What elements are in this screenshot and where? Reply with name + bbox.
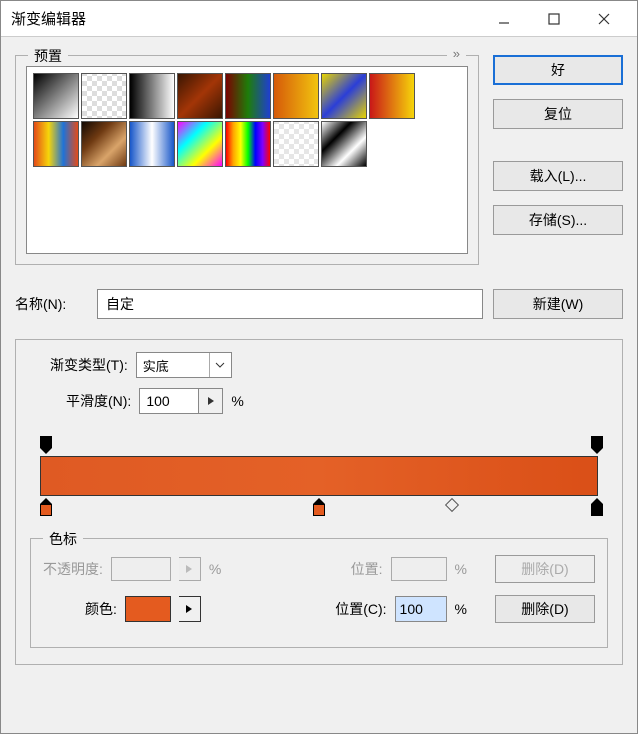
preset-swatch[interactable]	[81, 121, 127, 167]
gradient-editor-window: 渐变编辑器 预置 » 好 复位 载入(L)...	[0, 0, 638, 734]
color-dropdown-icon[interactable]	[179, 596, 201, 622]
name-label: 名称(N):	[15, 294, 87, 314]
gradient-type-row: 渐变类型(T): 实底	[50, 352, 608, 378]
preset-swatch[interactable]	[129, 73, 175, 119]
preset-swatch[interactable]	[33, 73, 79, 119]
preset-swatch[interactable]	[33, 121, 79, 167]
preset-swatch[interactable]	[273, 73, 319, 119]
location-label: 位置(C):	[335, 599, 386, 619]
smoothness-step-icon[interactable]	[199, 388, 223, 414]
minimize-button[interactable]	[479, 1, 529, 37]
opacity-stop-right[interactable]	[590, 436, 604, 454]
gradient-bar-area	[30, 432, 608, 524]
percent-label-1: %	[209, 561, 221, 577]
gradient-type-value: 实底	[137, 353, 209, 377]
chevron-down-icon[interactable]	[209, 353, 231, 377]
preset-swatch[interactable]	[129, 121, 175, 167]
smoothness-label: 平滑度(N):	[66, 391, 131, 411]
preset-swatch[interactable]	[321, 73, 367, 119]
opacity-step-icon	[179, 557, 201, 581]
preset-scroll[interactable]	[26, 66, 468, 254]
preset-swatch[interactable]	[369, 73, 415, 119]
new-button[interactable]: 新建(W)	[493, 289, 623, 319]
reset-button[interactable]: 复位	[493, 99, 623, 129]
color-stop-2[interactable]	[590, 498, 604, 518]
preset-swatch[interactable]	[225, 73, 271, 119]
gradient-type-select[interactable]: 实底	[136, 352, 232, 378]
opacity-location-label: 位置:	[351, 559, 383, 579]
color-stop-row: 颜色: 位置(C): % 删除(D)	[43, 595, 595, 623]
presets-expand-icon[interactable]: »	[447, 46, 466, 61]
name-row: 名称(N): 新建(W)	[15, 289, 623, 319]
titlebar: 渐变编辑器	[1, 1, 637, 37]
percent-label-3: %	[455, 601, 467, 617]
opacity-stop-left[interactable]	[39, 436, 53, 454]
percent-label: %	[231, 393, 243, 409]
color-stop-0[interactable]	[39, 498, 53, 518]
opacity-input	[111, 557, 171, 581]
color-stop-1[interactable]	[312, 498, 326, 518]
load-button[interactable]: 载入(L)...	[493, 161, 623, 191]
ok-button[interactable]: 好	[493, 55, 623, 85]
preset-swatch[interactable]	[321, 121, 367, 167]
maximize-button[interactable]	[529, 1, 579, 37]
preset-swatch[interactable]	[81, 73, 127, 119]
percent-label-2: %	[455, 561, 467, 577]
preset-grid	[33, 73, 461, 167]
gradient-settings-fieldset: 渐变类型(T): 实底 平滑度(N): %	[15, 339, 623, 665]
smoothness-row: 平滑度(N): %	[66, 388, 608, 414]
smoothness-input[interactable]	[139, 388, 199, 414]
stops-legend: 色标	[43, 529, 83, 549]
opacity-stop-row: 不透明度: % 位置: % 删除(D)	[43, 555, 595, 583]
preset-swatch[interactable]	[225, 121, 271, 167]
name-input[interactable]	[97, 289, 483, 319]
content: 预置 » 好 复位 载入(L)... 存储(S)... 名称(N): 新建(W)	[1, 37, 637, 733]
gradient-type-label: 渐变类型(T):	[50, 355, 128, 375]
delete-color-button[interactable]: 删除(D)	[495, 595, 595, 623]
presets-legend: 预置	[28, 46, 68, 66]
preset-swatch[interactable]	[273, 121, 319, 167]
preset-swatch[interactable]	[177, 121, 223, 167]
gradient-bar[interactable]	[40, 456, 598, 496]
window-title: 渐变编辑器	[11, 8, 479, 29]
presets-fieldset: 预置 »	[15, 55, 479, 265]
top-row: 预置 » 好 复位 载入(L)... 存储(S)...	[15, 55, 623, 265]
color-well[interactable]	[125, 596, 171, 622]
smoothness-spinner[interactable]	[139, 388, 223, 414]
location-input[interactable]	[395, 596, 447, 622]
opacity-label: 不透明度:	[43, 559, 103, 579]
preset-swatch[interactable]	[177, 73, 223, 119]
stops-fieldset: 色标 不透明度: % 位置: % 删除(D) 颜色:	[30, 538, 608, 648]
opacity-location-input	[391, 557, 447, 581]
color-label: 颜色:	[85, 599, 117, 619]
side-buttons: 好 复位 载入(L)... 存储(S)...	[493, 55, 623, 265]
delete-opacity-button: 删除(D)	[495, 555, 595, 583]
save-button[interactable]: 存储(S)...	[493, 205, 623, 235]
midpoint-marker[interactable]	[445, 498, 459, 512]
close-button[interactable]	[579, 1, 629, 37]
